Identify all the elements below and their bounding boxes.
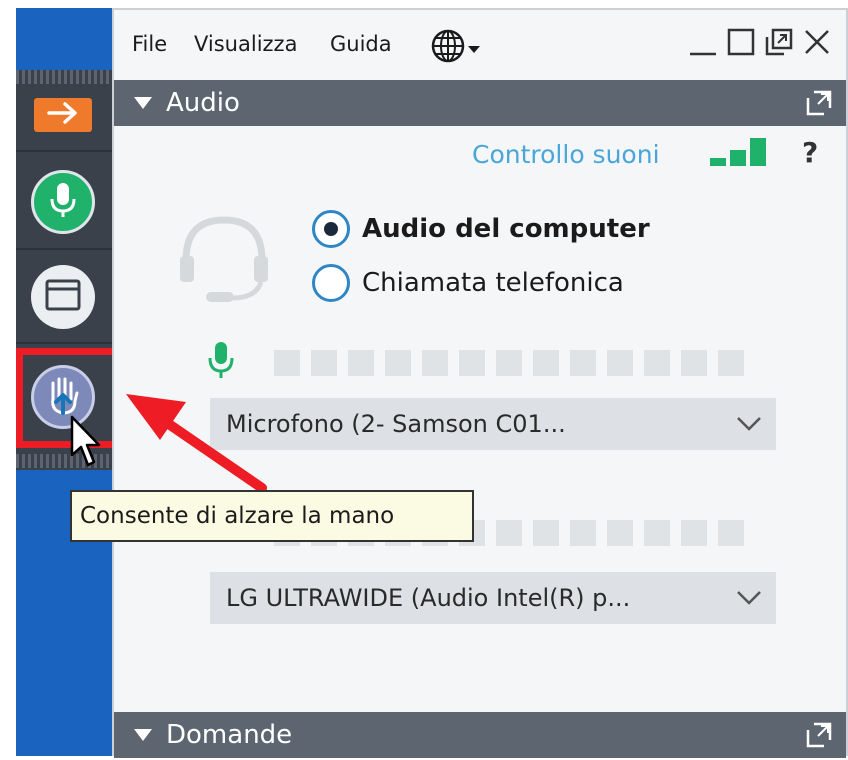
questions-section-title: Domande [166,720,293,750]
minimize-icon [688,27,718,61]
menu-bar: File Visualizza Guida [114,10,846,82]
microphone-button[interactable] [31,170,95,234]
close-icon [803,28,831,60]
questions-section-header[interactable]: Domande [114,712,846,758]
speaker-select-value: LG ULTRAWIDE (Audio Intel(R) p... [226,584,631,612]
chevron-down-icon [736,412,762,438]
app-window: File Visualizza Guida Audio Controllo su… [112,8,848,758]
arrow-right-icon [46,101,80,129]
popout-icon[interactable] [806,722,832,752]
microphone-level-meter [274,350,744,376]
menu-file[interactable]: File [132,32,167,56]
speaker-select[interactable]: LG ULTRAWIDE (Audio Intel(R) p... [210,572,776,624]
raise-hand-icon [43,373,83,421]
maximize-button[interactable] [724,26,758,62]
minimize-button[interactable] [686,26,720,62]
restore-icon [764,27,794,61]
toolbar-divider [16,248,112,250]
restore-button[interactable] [762,26,796,62]
signal-strength-icon [710,138,766,166]
radio-phone-call[interactable] [312,264,350,302]
menu-help[interactable]: Guida [330,32,392,56]
audio-panel: Controllo suoni ? Audio del computer Chi… [114,128,846,712]
toolbar-grip-top[interactable] [16,70,112,84]
microphone-select[interactable]: Microfono (2- Samson C01... [210,398,776,450]
toolbar-divider [16,342,112,344]
maximize-icon [726,27,756,61]
menu-view[interactable]: Visualizza [194,32,297,56]
language-menu[interactable] [430,28,480,68]
microphone-select-value: Microfono (2- Samson C01... [226,410,566,438]
raise-hand-tooltip: Consente di alzare la mano [70,490,474,542]
screen: File Visualizza Guida Audio Controllo su… [0,0,848,760]
radio-computer-audio[interactable] [312,210,350,248]
microphone-icon [48,181,78,223]
audio-section-header[interactable]: Audio [114,80,846,126]
phone-call-label: Chiamata telefonica [362,268,624,298]
chevron-down-icon [468,39,480,58]
sound-check-link[interactable]: Controllo suoni [472,140,660,169]
popout-icon[interactable] [806,90,832,120]
phone-call-option[interactable]: Chiamata telefonica [312,264,624,302]
collapse-triangle-icon [134,97,152,109]
audio-section-title: Audio [166,88,240,118]
help-button[interactable]: ? [802,136,818,169]
computer-audio-label: Audio del computer [362,214,650,244]
chevron-down-icon [736,586,762,612]
close-button[interactable] [800,26,834,62]
headset-icon [176,208,272,308]
computer-audio-option[interactable]: Audio del computer [312,210,650,248]
collapse-panel-button[interactable] [34,98,92,132]
mouse-cursor-icon [70,415,102,473]
show-hide-panel-button[interactable] [31,265,95,329]
collapse-triangle-icon [134,729,152,741]
globe-icon [430,28,466,68]
window-icon [45,279,81,315]
microphone-level-icon [208,340,234,384]
toolbar-divider [16,150,112,152]
